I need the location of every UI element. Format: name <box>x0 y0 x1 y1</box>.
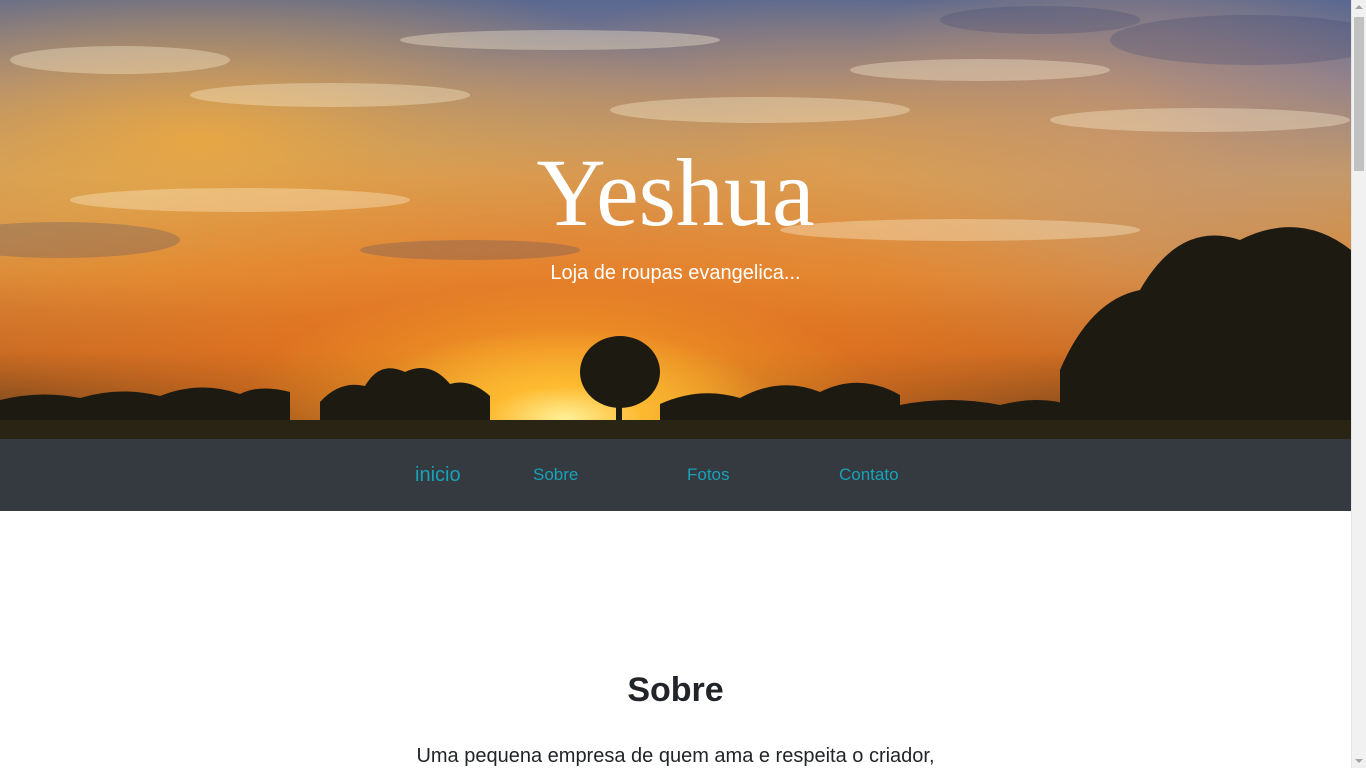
vertical-scrollbar[interactable] <box>1351 0 1366 768</box>
arrow-up-icon <box>1355 5 1363 9</box>
site-subtitle: Loja de roupas evangelica... <box>550 262 801 284</box>
scrollbar-thumb[interactable] <box>1354 17 1364 171</box>
nav-link-contato[interactable]: Contato <box>839 439 899 511</box>
arrow-down-icon <box>1355 759 1363 763</box>
sobre-text: Uma pequena empresa de quem ama e respei… <box>416 745 935 767</box>
sobre-heading: Sobre <box>627 671 724 709</box>
nav-link-inicio[interactable]: inicio <box>415 439 461 511</box>
hero-banner: Yeshua Loja de roupas evangelica... <box>0 0 1351 439</box>
site-title: Yeshua <box>536 139 815 246</box>
nav-link-sobre[interactable]: Sobre <box>533 439 578 511</box>
scroll-down-button[interactable] <box>1352 753 1366 768</box>
page: Yeshua Loja de roupas evangelica... inic… <box>0 0 1351 768</box>
main-navigation: inicio Sobre Fotos Contato <box>0 439 1351 511</box>
nav-link-fotos[interactable]: Fotos <box>687 439 730 511</box>
scroll-up-button[interactable] <box>1352 0 1366 15</box>
